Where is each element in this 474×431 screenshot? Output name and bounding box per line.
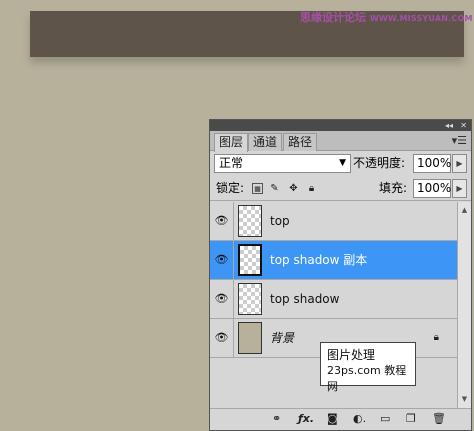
fx-icon[interactable]: ƒx.: [298, 412, 314, 426]
layer-row-top-shadow-copy[interactable]: 👁︎ top shadow 副本: [210, 241, 457, 280]
watermark-line1: 图片处理: [327, 348, 376, 362]
layer-thumbnail: [238, 283, 262, 315]
layers-scrollbar[interactable]: ▲ ▼: [457, 202, 471, 408]
tab-layers[interactable]: 图层: [214, 133, 249, 152]
link-icon[interactable]: ⚭: [272, 412, 281, 426]
trash-icon[interactable]: 🗑︎: [432, 412, 446, 426]
panel-tabs: 图层 通道 路径 ▾☰: [210, 131, 471, 152]
scroll-up-icon[interactable]: ▲: [458, 204, 471, 217]
blend-row: 正常 ▼ 不透明度: 100% ▶: [210, 151, 471, 177]
layer-thumbnail: [238, 322, 262, 354]
tab-paths[interactable]: 路径: [283, 133, 318, 151]
lock-row: 锁定: ▦ ✎ ✥ 🔒︎ 填充: 100% ▶: [210, 177, 471, 201]
eye-icon[interactable]: 👁︎: [210, 280, 234, 318]
mask-icon[interactable]: ◙: [327, 412, 338, 426]
lock-label: 锁定:: [216, 181, 245, 195]
lock-all-icon[interactable]: 🔒︎: [306, 183, 317, 194]
eye-icon[interactable]: 👁︎: [210, 241, 234, 279]
opacity-label: 不透明度:: [353, 156, 406, 170]
collapse-icon[interactable]: ◂◂: [445, 120, 453, 131]
close-icon[interactable]: ✕: [460, 120, 467, 131]
panel-footer: ⚭ ƒx. ◙ ◐. ▭ ❐ 🗑︎: [210, 408, 471, 430]
new-layer-icon[interactable]: ❐: [406, 412, 416, 426]
blend-mode-select[interactable]: 正常 ▼: [214, 154, 351, 173]
panel-menu-icon[interactable]: ▾☰: [452, 134, 467, 147]
layer-name: top shadow: [270, 292, 340, 306]
layer-thumbnail: [238, 205, 262, 237]
scroll-down-icon[interactable]: ▼: [458, 393, 471, 406]
layer-thumbnail: [238, 244, 262, 276]
opacity-stepper[interactable]: ▶: [452, 154, 467, 173]
lock-icon: 🔒︎: [433, 332, 439, 343]
layer-name: top shadow 副本: [270, 253, 368, 267]
layer-name: 背景: [270, 331, 295, 345]
chevron-down-icon: ▼: [339, 158, 346, 168]
layer-row-top[interactable]: 👁︎ top: [210, 202, 457, 241]
tutorial-watermark: 图片处理 23ps.com 教程网: [320, 342, 416, 393]
adjustment-icon[interactable]: ◐.: [353, 412, 366, 426]
eye-icon[interactable]: 👁︎: [210, 202, 234, 240]
lock-move-icon[interactable]: ✥: [288, 183, 299, 194]
fill-stepper[interactable]: ▶: [452, 179, 467, 198]
opacity-input[interactable]: 100%: [413, 154, 451, 173]
fill-input[interactable]: 100%: [413, 179, 451, 198]
layer-name: top: [270, 214, 290, 228]
panel-titlebar: ◂◂ ✕: [210, 120, 471, 131]
eye-icon[interactable]: 👁︎: [210, 319, 234, 357]
site-watermark-text: 思缘设计论坛: [300, 11, 366, 24]
site-watermark-url: WWW.MISSYUAN.COM: [369, 14, 473, 23]
site-watermark: 思缘设计论坛 WWW.MISSYUAN.COM: [300, 9, 472, 25]
fill-label: 填充:: [379, 181, 408, 195]
group-icon[interactable]: ▭: [380, 412, 390, 426]
blend-mode-value: 正常: [219, 156, 244, 170]
layer-row-top-shadow[interactable]: 👁︎ top shadow: [210, 280, 457, 319]
lock-brush-icon[interactable]: ✎: [269, 183, 280, 194]
watermark-line2: 23ps.com 教程网: [327, 364, 407, 393]
tab-channels[interactable]: 通道: [248, 133, 283, 151]
lock-transparency-icon[interactable]: ▦: [252, 183, 263, 194]
